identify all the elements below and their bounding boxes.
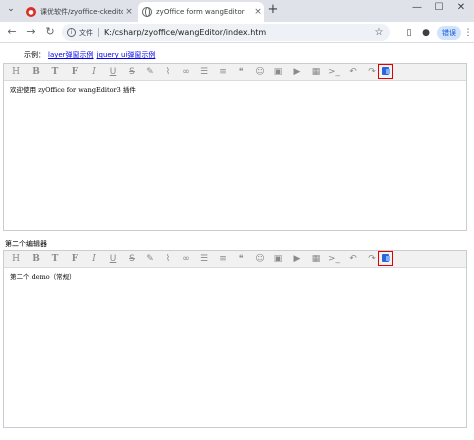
align-icon[interactable]: ≡: [216, 65, 230, 79]
tab-close-icon[interactable]: ×: [252, 7, 264, 17]
strikethrough-button[interactable]: S: [125, 65, 139, 79]
globe-favicon-icon: [142, 7, 152, 17]
new-tab-button[interactable]: +: [266, 3, 280, 17]
site-favicon-icon: ●: [26, 7, 36, 17]
video-icon[interactable]: ▶: [290, 252, 304, 266]
link-icon[interactable]: ∞: [179, 252, 193, 266]
redo-icon[interactable]: ↷: [365, 252, 379, 266]
list-icon[interactable]: ☰: [197, 65, 211, 79]
underline-button[interactable]: U: [106, 252, 120, 266]
image-icon[interactable]: ▣: [271, 65, 285, 79]
tab-search-icon[interactable]: ⌄: [4, 4, 18, 18]
editor-1-content[interactable]: 欢迎使用 zyOffice for wangEditor3 插件: [4, 81, 466, 97]
zyoffice-import-icon[interactable]: [378, 251, 393, 266]
code-icon[interactable]: >_: [327, 65, 341, 79]
font-size-button[interactable]: T: [48, 252, 62, 266]
table-icon[interactable]: ▦: [309, 65, 323, 79]
tab-zyoffice-ckeditor[interactable]: ● 课优软件/zyoffice-ckeditor3x ×: [22, 2, 135, 22]
brush-icon[interactable]: ⌇: [161, 252, 175, 266]
bold-button[interactable]: B: [29, 65, 43, 79]
editor-1: H B T F I U S ✎ ⌇ ∞ ☰ ≡ ❝ ☺ ▣ ▶ ▦ >_ ↶ ↷…: [3, 63, 467, 231]
url-text[interactable]: K:/csharp/zyoffice/wangEditor/index.htm: [104, 28, 372, 37]
code-icon[interactable]: >_: [327, 252, 341, 266]
editor-2-title: 第二个编辑器: [5, 240, 47, 248]
list-icon[interactable]: ☰: [197, 252, 211, 266]
security-label: 文件: [79, 28, 93, 37]
quote-icon[interactable]: ❝: [234, 252, 248, 266]
image-icon[interactable]: ▣: [271, 252, 285, 266]
bold-button[interactable]: B: [29, 252, 43, 266]
undo-icon[interactable]: ↶: [346, 252, 360, 266]
minimize-button[interactable]: —: [410, 2, 424, 13]
italic-button[interactable]: I: [87, 65, 101, 79]
tab-zyoffice-wangeditor[interactable]: zyOffice form wangEditor ×: [138, 2, 264, 22]
font-family-button[interactable]: F: [68, 65, 82, 79]
info-icon[interactable]: i: [67, 28, 76, 37]
editor-1-text: 欢迎使用 zyOffice for wangEditor3 插件: [10, 86, 136, 94]
font-size-button[interactable]: T: [48, 65, 62, 79]
brush-icon[interactable]: ⌇: [161, 65, 175, 79]
side-panel-icon[interactable]: ▯: [402, 26, 416, 40]
tab-strip: ⌄ ● 课优软件/zyoffice-ckeditor3x × zyOffice …: [0, 0, 474, 22]
link-icon[interactable]: ∞: [179, 65, 193, 79]
zyoffice-import-icon[interactable]: [378, 64, 393, 79]
editor-2-text: 第二个 demo（常规）: [10, 273, 76, 281]
italic-button[interactable]: I: [87, 252, 101, 266]
back-arrow-icon[interactable]: ←: [5, 25, 19, 39]
heading-button[interactable]: H: [9, 65, 23, 79]
heading-button[interactable]: H: [9, 252, 23, 266]
redo-icon[interactable]: ↷: [365, 65, 379, 79]
layer-example-link[interactable]: layer弹窗示例: [48, 51, 94, 59]
editor-2-content[interactable]: 第二个 demo（常规）: [4, 268, 466, 284]
align-icon[interactable]: ≡: [216, 252, 230, 266]
pencil-icon[interactable]: ✎: [143, 65, 157, 79]
bookmark-star-icon[interactable]: ☆: [372, 27, 386, 38]
underline-button[interactable]: U: [106, 65, 120, 79]
word-doc-icon: [382, 67, 390, 75]
table-icon[interactable]: ▦: [309, 252, 323, 266]
strikethrough-button[interactable]: S: [125, 252, 139, 266]
quote-icon[interactable]: ❝: [234, 65, 248, 79]
undo-icon[interactable]: ↶: [346, 65, 360, 79]
reload-icon[interactable]: ↻: [43, 25, 57, 39]
menu-kebab-icon[interactable]: ⋮: [463, 26, 473, 40]
editor-1-toolbar: H B T F I U S ✎ ⌇ ∞ ☰ ≡ ❝ ☺ ▣ ▶ ▦ >_ ↶ ↷: [4, 64, 466, 81]
tab-title: 课优软件/zyoffice-ckeditor3x: [40, 8, 123, 16]
forward-arrow-icon[interactable]: →: [24, 25, 38, 39]
examples-line: 示例： layer弹窗示例 jquery ui弹窗示例: [24, 50, 155, 60]
examples-prefix: 示例：: [24, 51, 45, 59]
profile-error-button[interactable]: 错误: [437, 26, 461, 40]
tab-title: zyOffice form wangEditor: [156, 8, 245, 16]
address-bar[interactable]: i 文件 K:/csharp/zyoffice/wangEditor/index…: [62, 24, 390, 41]
browser-toolbar: ← → ↻ i 文件 K:/csharp/zyoffice/wangEditor…: [0, 22, 474, 43]
emoticon-icon[interactable]: ☺: [253, 252, 267, 266]
editor-2: H B T F I U S ✎ ⌇ ∞ ☰ ≡ ❝ ☺ ▣ ▶ ▦ >_ ↶ ↷…: [3, 250, 467, 428]
jquery-ui-example-link[interactable]: jquery ui弹窗示例: [97, 51, 156, 59]
maximize-button[interactable]: ☐: [432, 2, 446, 13]
video-icon[interactable]: ▶: [290, 65, 304, 79]
font-family-button[interactable]: F: [68, 252, 82, 266]
emoticon-icon[interactable]: ☺: [253, 65, 267, 79]
account-icon[interactable]: ●: [419, 26, 433, 40]
close-window-button[interactable]: ✕: [454, 2, 468, 13]
address-divider: [98, 28, 99, 37]
pencil-icon[interactable]: ✎: [143, 252, 157, 266]
tab-close-icon[interactable]: ×: [123, 7, 135, 17]
word-doc-icon: [382, 254, 390, 262]
editor-2-toolbar: H B T F I U S ✎ ⌇ ∞ ☰ ≡ ❝ ☺ ▣ ▶ ▦ >_ ↶ ↷: [4, 251, 466, 268]
